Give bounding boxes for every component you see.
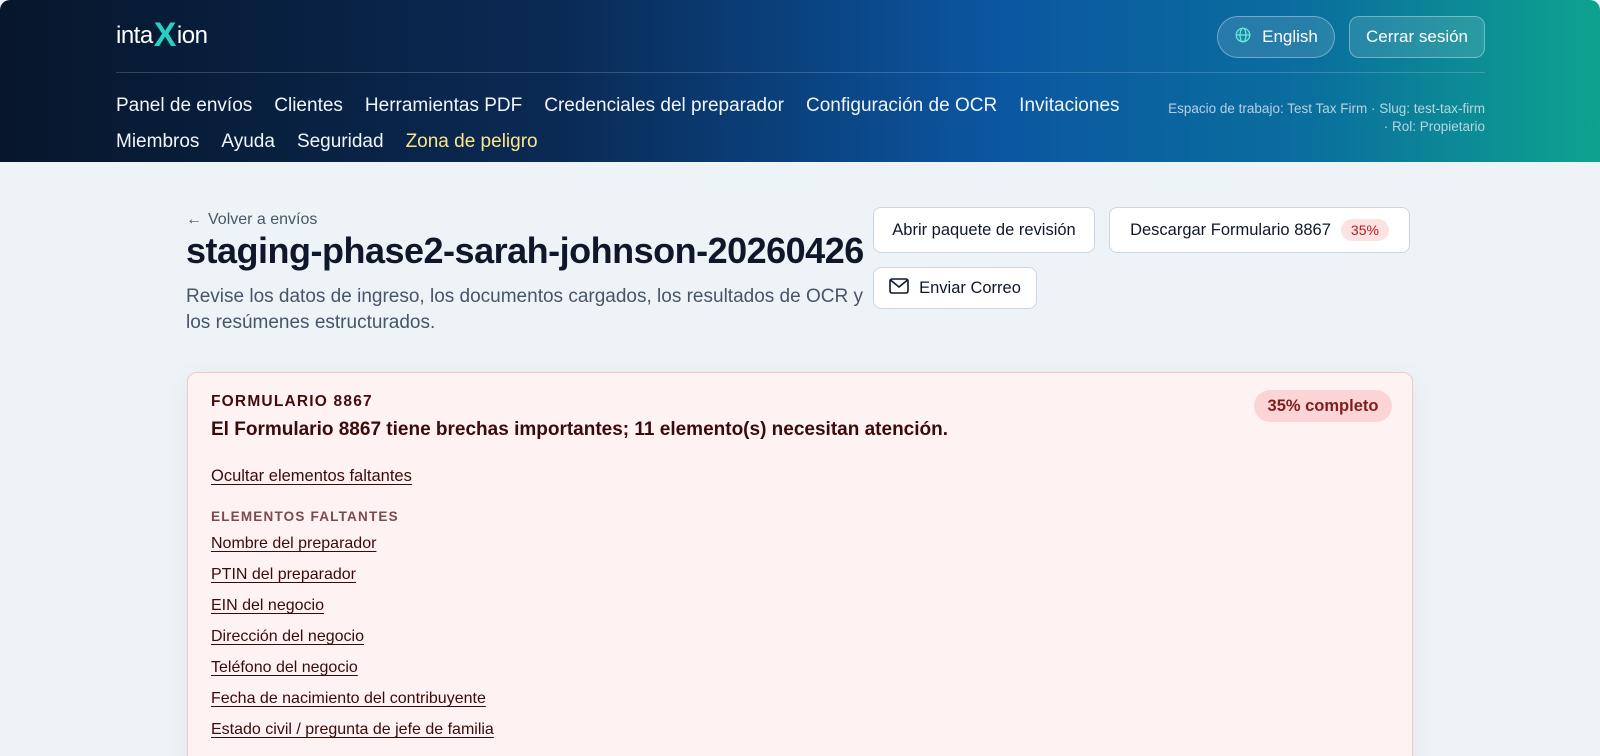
missing-item[interactable]: Teléfono del negocio <box>211 659 494 690</box>
header-divider <box>116 72 1485 73</box>
nav-item-panel-envios[interactable]: Panel de envíos <box>116 95 252 117</box>
panel-label: FORMULARIO 8867 <box>211 393 373 410</box>
missing-item[interactable]: Nombre del preparador <box>211 535 494 566</box>
hide-missing-items-link[interactable]: Ocultar elementos faltantes <box>211 467 412 486</box>
nav-item-credenciales[interactable]: Credenciales del preparador <box>544 95 784 117</box>
download-form-label: Descargar Formulario 8867 <box>1130 220 1331 239</box>
top-header: inta Xion English Cerrar sesión Panel de … <box>0 0 1600 162</box>
back-link-label: Volver a envíos <box>208 211 318 228</box>
nav-item-seguridad[interactable]: Seguridad <box>297 131 384 153</box>
nav-item-clientes[interactable]: Clientes <box>274 95 343 117</box>
missing-item[interactable]: PTIN del preparador <box>211 566 494 597</box>
back-link[interactable]: ← Volver a envíos <box>186 211 317 229</box>
missing-items-list: Nombre del preparador PTIN del preparado… <box>211 535 494 752</box>
missing-item[interactable]: Fecha de nacimiento del contribuyente <box>211 690 494 721</box>
logo-text-pre: inta <box>116 22 153 49</box>
logo-text-post: ion <box>176 22 208 49</box>
missing-items-label: ELEMENTOS FALTANTES <box>211 509 399 524</box>
mail-icon <box>889 277 909 299</box>
intaxion-logo[interactable]: inta Xion <box>116 15 208 54</box>
page-description: Revise los datos de ingreso, los documen… <box>186 286 863 333</box>
download-percent-badge: 35% <box>1340 219 1389 241</box>
language-label: English <box>1262 27 1318 46</box>
nav-row-1: Panel de envíos Clientes Herramientas PD… <box>116 88 1120 124</box>
nav-item-herramientas-pdf[interactable]: Herramientas PDF <box>365 95 522 117</box>
nav-row-2: Miembros Ayuda Seguridad Zona de peligro <box>116 124 1116 160</box>
nav-item-zona-peligro[interactable]: Zona de peligro <box>406 131 538 153</box>
nav-item-miembros[interactable]: Miembros <box>116 131 199 153</box>
download-form-8867-button[interactable]: Descargar Formulario 8867 35% <box>1109 207 1410 253</box>
globe-icon <box>1234 26 1252 49</box>
send-email-label: Enviar Correo <box>919 278 1021 297</box>
missing-item[interactable]: Dirección del negocio <box>211 628 494 659</box>
arrow-left-icon: ← <box>186 211 202 228</box>
workspace-info: Espacio de trabajo: Test Tax Firm · Slug… <box>1168 101 1485 134</box>
send-email-button[interactable]: Enviar Correo <box>873 267 1037 309</box>
completion-badge: 35% completo <box>1254 390 1392 422</box>
language-button[interactable]: English <box>1217 16 1335 58</box>
form-8867-panel: FORMULARIO 8867 El Formulario 8867 tiene… <box>187 372 1413 756</box>
nav-item-configuracion-ocr[interactable]: Configuración de OCR <box>806 95 997 117</box>
open-review-package-button[interactable]: Abrir paquete de revisión <box>873 207 1095 253</box>
panel-heading: El Formulario 8867 tiene brechas importa… <box>211 419 949 440</box>
main-nav: Panel de envíos Clientes Herramientas PD… <box>116 88 1120 160</box>
missing-item[interactable]: EIN del negocio <box>211 597 494 628</box>
missing-item[interactable]: Estado civil / pregunta de jefe de famil… <box>211 721 494 752</box>
logo-x: X <box>153 15 177 54</box>
page-title: staging-phase2-sarah-johnson-20260426 <box>186 230 864 271</box>
nav-item-invitaciones[interactable]: Invitaciones <box>1019 95 1119 117</box>
nav-item-ayuda[interactable]: Ayuda <box>221 131 275 153</box>
logout-button[interactable]: Cerrar sesión <box>1349 16 1485 58</box>
